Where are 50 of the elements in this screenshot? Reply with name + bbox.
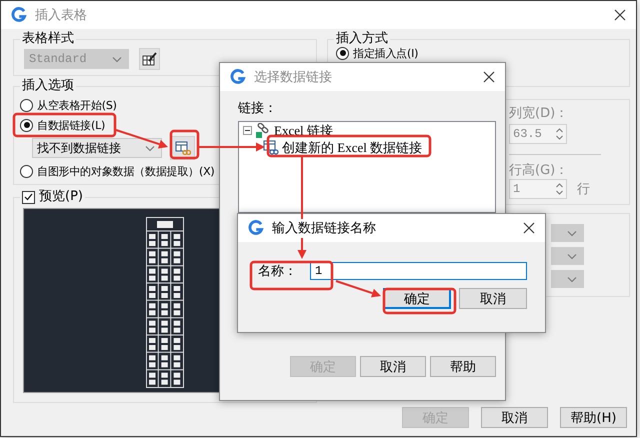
table-style-button[interactable] xyxy=(139,48,160,70)
check-mark-icon xyxy=(24,193,33,201)
field-label: 链接： xyxy=(238,100,278,117)
logo-icon xyxy=(230,69,246,85)
unit-label: 行 xyxy=(577,181,590,198)
logo-icon xyxy=(248,220,264,236)
window-title: 选择数据链接 xyxy=(254,69,333,86)
group-label: 表格样式 xyxy=(20,31,76,47)
radio-button[interactable] xyxy=(20,164,33,178)
group-label: 插入方式 xyxy=(334,31,390,47)
radio-button[interactable] xyxy=(336,46,349,60)
chevron-down-icon xyxy=(567,276,577,282)
group-label: 插入选项 xyxy=(20,78,76,94)
radio-label: 指定插入点(I) xyxy=(353,46,418,60)
dialog-button[interactable]: 帮助 xyxy=(430,356,496,377)
close-icon[interactable] xyxy=(614,9,626,21)
window-title: 插入表格 xyxy=(35,7,88,24)
logo-icon xyxy=(11,7,27,23)
dialog-button[interactable]: 取消 xyxy=(459,288,527,309)
close-icon[interactable] xyxy=(483,71,495,83)
chevron-down-icon xyxy=(567,230,577,236)
checkbox[interactable] xyxy=(22,190,35,204)
dropdown[interactable]: 找不到数据链接 xyxy=(32,138,162,158)
close-icon[interactable] xyxy=(523,222,535,234)
radio-label: 从空表格开始(S) xyxy=(37,98,117,112)
link-icon xyxy=(255,122,271,138)
chevron-down-icon xyxy=(145,144,155,152)
annotation-arrow xyxy=(199,142,265,152)
radio-label: 自图形中的对象数据（数据提取）(X) xyxy=(37,164,215,178)
radio-label: 自数据链接(L) xyxy=(37,118,106,132)
table-link-icon xyxy=(263,140,279,155)
field-label: 行高(G)： xyxy=(509,162,570,179)
annotation-arrow xyxy=(336,280,381,298)
field-label: 列宽(D)： xyxy=(509,105,570,122)
field-label: 名称： xyxy=(258,263,298,280)
dialog-button[interactable]: 取消 xyxy=(481,407,548,428)
collapse-icon[interactable] xyxy=(243,126,252,135)
window-title: 输入数据链接名称 xyxy=(272,220,377,237)
radio-button[interactable] xyxy=(20,98,33,112)
checkbox-label: 预览(P) xyxy=(39,189,83,205)
chevron-down-icon xyxy=(112,56,122,62)
dialog-button[interactable]: 取消 xyxy=(360,356,426,377)
table-link-icon xyxy=(174,141,190,155)
radio-button[interactable] xyxy=(20,118,33,132)
dialog-button[interactable]: 帮助(H) xyxy=(560,407,627,428)
brush-table-icon xyxy=(142,52,157,66)
highlight-frame xyxy=(170,130,200,160)
name-field[interactable]: 1 xyxy=(310,262,527,280)
chevron-down-icon xyxy=(567,252,577,260)
tree-item[interactable]: 创建新的 Excel 数据链接 xyxy=(282,138,422,156)
